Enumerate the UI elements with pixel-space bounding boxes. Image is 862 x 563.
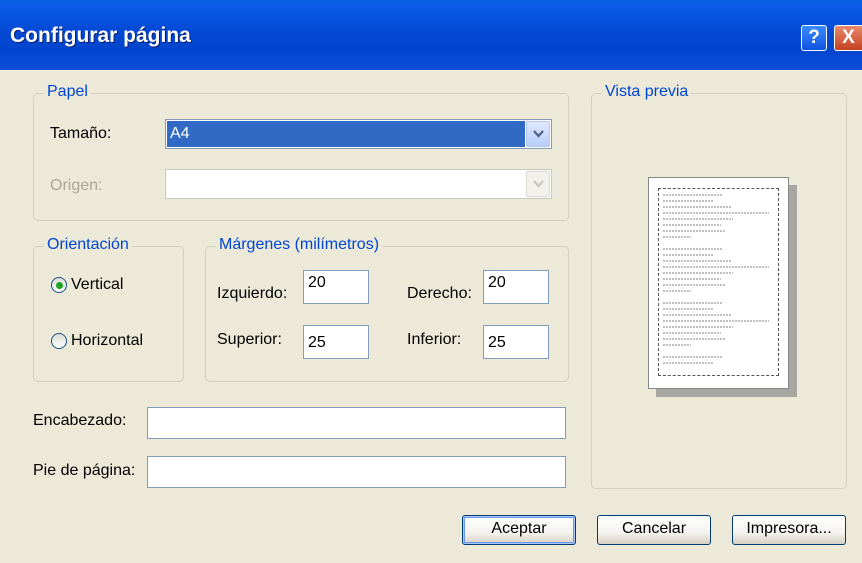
paper-size-select[interactable]: A4 — [165, 119, 552, 149]
paper-size-label: Tamaño: — [50, 125, 112, 142]
margins-legend: Márgenes (milímetros) — [216, 236, 383, 254]
margin-right-label: Derecho: — [407, 285, 472, 302]
printer-button[interactable]: Impresora... — [732, 515, 846, 545]
help-button[interactable]: ? — [801, 25, 827, 51]
page-text-lines-icon — [663, 194, 769, 364]
margin-bottom-label: Inferior: — [407, 331, 462, 348]
paper-source-select — [165, 169, 552, 199]
cancel-button[interactable]: Cancelar — [597, 515, 711, 545]
page-margin-outline — [658, 188, 779, 376]
portrait-radio[interactable] — [51, 277, 67, 293]
footer-label: Pie de página: — [33, 462, 136, 479]
landscape-radio[interactable] — [51, 333, 67, 349]
paper-size-value: A4 — [167, 121, 525, 147]
window-title: Configurar página — [10, 24, 191, 47]
margin-bottom-input[interactable]: 25 — [483, 325, 549, 359]
page-preview — [648, 177, 789, 389]
header-label: Encabezado: — [33, 412, 127, 429]
chevron-down-icon — [526, 171, 550, 197]
radio-selected-dot — [56, 282, 63, 289]
ok-button[interactable]: Aceptar — [462, 515, 576, 545]
orientation-group: Orientación — [33, 236, 184, 382]
orientation-legend: Orientación — [44, 236, 132, 254]
margin-top-input[interactable]: 25 — [303, 325, 369, 359]
chevron-down-icon[interactable] — [526, 121, 550, 147]
title-bar[interactable]: Configurar página ? X — [0, 0, 862, 70]
close-button[interactable]: X — [834, 25, 862, 51]
paper-group: Papel — [33, 83, 569, 221]
paper-source-label: Origen: — [50, 177, 103, 194]
landscape-label[interactable]: Horizontal — [71, 332, 143, 350]
header-input[interactable] — [147, 407, 566, 439]
margin-left-input[interactable]: 20 — [303, 270, 369, 304]
preview-legend: Vista previa — [602, 83, 692, 101]
margin-right-input[interactable]: 20 — [483, 270, 549, 304]
margin-left-label: Izquierdo: — [217, 285, 288, 302]
portrait-label[interactable]: Vertical — [71, 276, 123, 294]
margins-group: Márgenes (milímetros) — [205, 236, 569, 382]
paper-legend: Papel — [44, 83, 91, 101]
margin-top-label: Superior: — [217, 331, 282, 348]
footer-input[interactable] — [147, 456, 566, 488]
